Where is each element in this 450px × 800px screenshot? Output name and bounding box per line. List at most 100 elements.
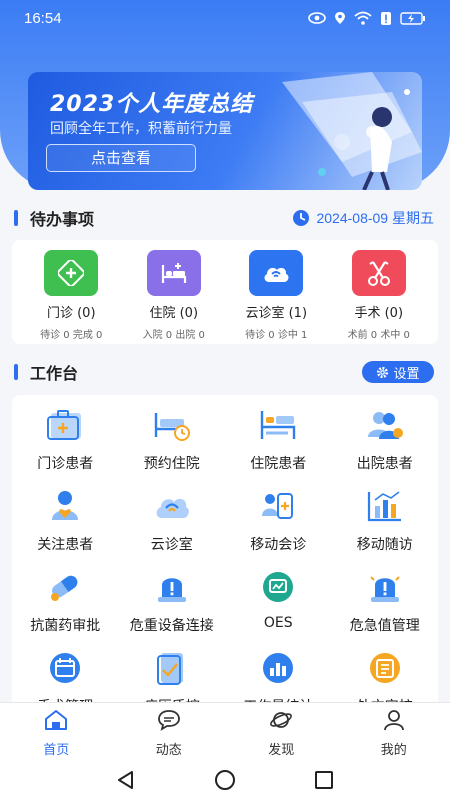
todo-section-header: 待办事项 2024-08-09 星期五 [14,205,434,231]
workbench-item[interactable]: 关注患者 [12,482,119,563]
todo-item-stats: 待诊 0 诊中 1 [245,330,308,341]
chat-bubble-icon [157,709,181,735]
workbench-item-label: 抗菌药审批 [30,618,101,634]
todo-grid: 门诊 (0) 待诊 0 完成 0 住院 (0) 入院 0 出院 0 云诊室 (1… [12,240,438,341]
workbench-item[interactable]: 出院患者 [332,401,439,482]
workbench-item[interactable]: 抗菌药审批 [12,563,119,644]
alarm-device-icon [152,569,192,605]
section-marker [14,364,18,380]
todo-item-cloud-clinic[interactable]: 云诊室 (1) 待诊 0 诊中 1 [225,250,328,341]
todo-date-text: 2024-08-09 星期五 [316,210,434,226]
appointment-bed-icon [152,407,192,443]
status-time: 16:54 [24,9,62,27]
workbench-item-label: OES [263,615,293,631]
workbench-item-label: 危急值管理 [349,618,420,634]
workbench-item-label: 移动随访 [356,537,413,553]
outpatient-case-icon [45,407,85,443]
todo-item-surgery[interactable]: 手术 (0) 术前 0 术中 0 [328,250,431,341]
workbench-item[interactable]: 危重设备连接 [119,563,226,644]
followed-patient-icon [45,488,85,524]
wifi-icon [354,11,372,25]
cloud-clinic-icon [152,488,192,524]
settings-button[interactable]: 设置 [362,361,434,383]
section-marker [14,210,18,226]
todo-item-label: 住院 (0) [149,306,199,321]
workbench-item[interactable]: 危急值管理 [332,563,439,644]
workbench-item[interactable]: 预约住院 [119,401,226,482]
location-icon [335,12,345,24]
todo-item-stats: 术前 0 术中 0 [347,330,410,341]
todo-item-label: 手术 (0) [354,306,404,321]
cloud-clinic-icon [249,250,304,296]
workbench-item-label: 出院患者 [356,456,413,472]
surgery-calendar-icon [45,650,85,686]
view-summary-button[interactable]: 点击查看 [46,144,196,172]
hospital-bed-icon [146,250,201,296]
workbench-item-label: 预约住院 [143,456,200,472]
oes-icon [258,569,298,605]
workbench-item[interactable]: 移动会诊 [225,482,332,563]
critical-alarm-icon [365,569,405,605]
workbench-item[interactable]: 处方审核 [332,644,439,702]
eye-icon [308,12,326,24]
annual-summary-banner[interactable]: 2023个人年度总结 回顾全年工作，积蓄前行力量 点击查看 [28,72,422,190]
sim-alert-icon [381,11,391,25]
inpatient-bed-icon [258,407,298,443]
workbench-card: 门诊患者 预约住院 住院患者 出院患者 关注患者 云诊室 移动会诊 移动随访 抗… [12,395,438,702]
home-circle-icon[interactable] [214,769,236,791]
mobile-consult-icon [258,488,298,524]
bottom-tab-bar: 首页 动态 发现 我的 [0,702,450,760]
todo-item-inpatient[interactable]: 住院 (0) 入院 0 出院 0 [123,250,226,341]
workbench-title: 工作台 [30,364,79,383]
todo-title: 待办事项 [30,210,95,229]
settings-label: 设置 [393,366,420,382]
workbench-item[interactable]: 手术管理 [12,644,119,702]
workbench-item[interactable]: 工作量统计 [225,644,332,702]
todo-item-stats: 入院 0 出院 0 [142,330,205,341]
workbench-item-label: 门诊患者 [37,456,94,472]
banner-title: 2023个人年度总结 [50,92,254,117]
todo-item-outpatient[interactable]: 门诊 (0) 待诊 0 完成 0 [20,250,123,341]
workbench-item[interactable]: 云诊室 [119,482,226,563]
back-icon[interactable] [116,770,136,790]
stats-chart-icon [258,650,298,686]
status-icons [308,11,426,26]
todo-item-label: 门诊 (0) [46,306,96,321]
tab-mine[interactable]: 我的 [338,703,450,760]
workbench-item[interactable]: 住院患者 [225,401,332,482]
prescription-icon [365,650,405,686]
tab-label: 首页 [43,743,70,758]
workbench-grid: 门诊患者 预约住院 住院患者 出院患者 关注患者 云诊室 移动会诊 移动随访 抗… [12,395,438,702]
tab-discover[interactable]: 发现 [225,703,338,760]
planet-icon [269,709,293,735]
outpatient-icon [44,250,99,296]
todo-item-label: 云诊室 (1) [245,306,308,321]
pill-icon [45,569,85,605]
workbench-item-label: 住院患者 [250,456,307,472]
status-bar: 16:54 [0,0,450,36]
banner-subtitle: 回顾全年工作，积蓄前行力量 [50,121,232,137]
followup-chart-icon [365,488,405,524]
discharge-patients-icon [365,407,405,443]
workbench-item-label: 云诊室 [150,537,193,553]
tab-home[interactable]: 首页 [0,703,113,760]
todo-card: 门诊 (0) 待诊 0 完成 0 住院 (0) 入院 0 出院 0 云诊室 (1… [12,240,438,344]
tab-label: 我的 [380,743,407,758]
gear-icon [377,366,389,378]
todo-item-stats: 待诊 0 完成 0 [40,330,103,341]
workbench-item[interactable]: OES [225,563,332,644]
workbench-item[interactable]: 病历质控 [119,644,226,702]
surgery-scissors-icon [351,250,406,296]
battery-charging-icon [400,11,425,25]
home-icon [44,709,68,735]
system-nav-bar [0,760,450,800]
clock-icon [293,210,310,226]
workbench-item-label: 危重设备连接 [129,618,214,634]
tab-dynamics[interactable]: 动态 [113,703,226,760]
workbench-item[interactable]: 门诊患者 [12,401,119,482]
recents-icon[interactable] [314,770,334,790]
workbench-item-label: 移动会诊 [250,537,307,553]
user-icon [382,709,406,735]
workbench-item[interactable]: 移动随访 [332,482,439,563]
workbench-section-header: 工作台 设置 [14,359,434,385]
